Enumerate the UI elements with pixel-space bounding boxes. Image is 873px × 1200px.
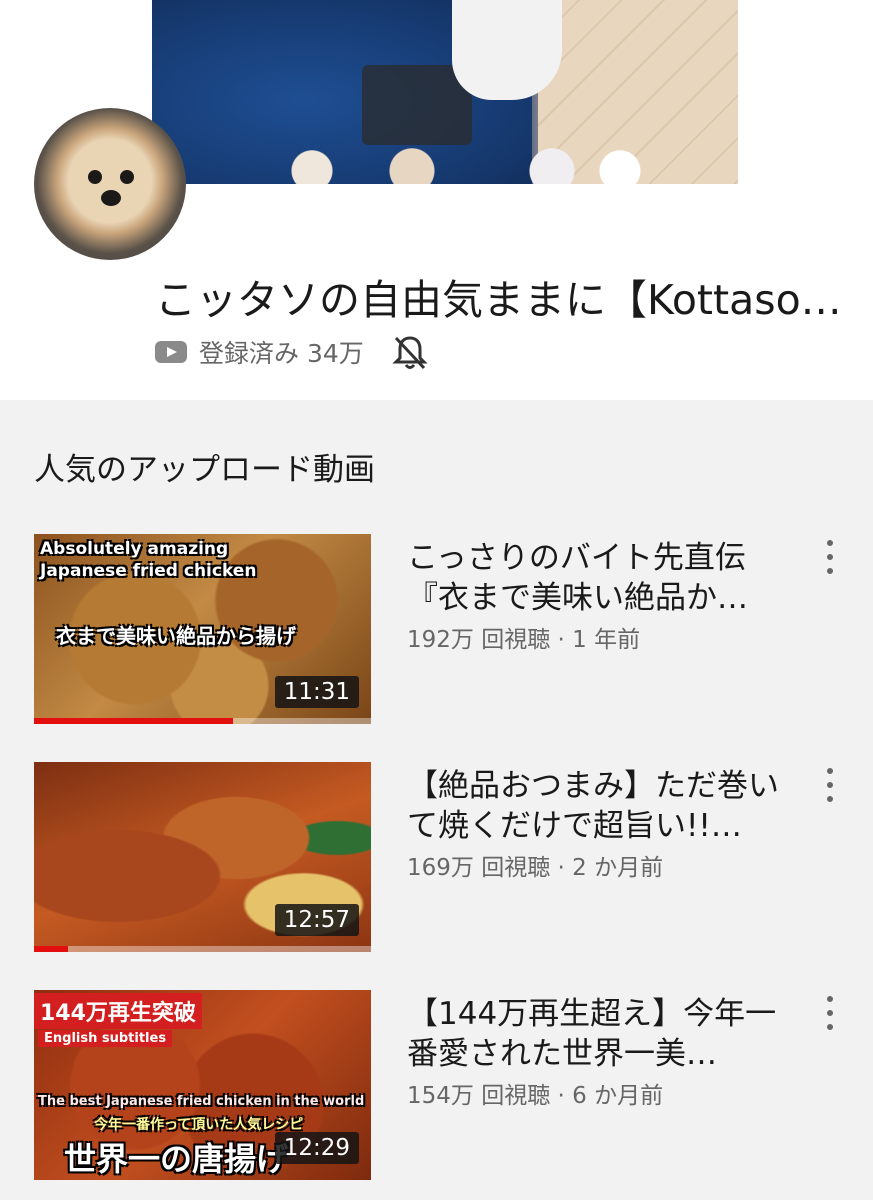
video-duration: 11:31 — [274, 676, 359, 708]
more-options-icon[interactable] — [818, 768, 842, 804]
video-title[interactable]: 【144万再生超え】今年一番愛された世界一美… — [407, 994, 797, 1074]
thumbnail-caption: 世界一の唐揚げ — [64, 1140, 289, 1178]
video-meta: 169万 回視聴 · 2 か月前 — [407, 855, 664, 881]
video-thumbnail[interactable]: Absolutely amazing Japanese fried chicke… — [34, 534, 371, 724]
more-options-icon[interactable] — [818, 996, 842, 1032]
subscription-row: 登録済み 34万 — [155, 332, 430, 372]
more-options-icon[interactable] — [818, 540, 842, 576]
watch-progress-track — [34, 946, 371, 952]
thumbnail-caption: 衣まで美味い絶品から揚げ — [56, 624, 296, 648]
youtube-play-icon — [155, 341, 187, 363]
channel-title: こッタソの自由気ままに【Kottaso… — [155, 276, 842, 324]
subscription-status[interactable]: 登録済み 34万 — [199, 334, 364, 370]
thumbnail-caption: 今年一番作って頂いた人気レシピ — [94, 1117, 304, 1133]
thumbnail-banner: 144万再生突破 — [34, 993, 202, 1029]
video-thumbnail[interactable]: 144万再生突破 English subtitles The best Japa… — [34, 990, 371, 1180]
video-meta: 154万 回視聴 · 6 か月前 — [407, 1083, 664, 1109]
section-title: 人気のアップロード動画 — [34, 452, 375, 488]
channel-banner-image — [152, 0, 738, 184]
thumbnail-caption: Absolutely amazing — [40, 539, 229, 559]
channel-avatar[interactable] — [34, 108, 186, 260]
thumbnail-subtitles-label: English subtitles — [38, 1030, 173, 1047]
video-duration: 12:29 — [274, 1132, 359, 1164]
bell-off-icon[interactable] — [390, 332, 430, 372]
video-duration: 12:57 — [274, 904, 359, 936]
watch-progress-bar — [34, 946, 68, 952]
popular-uploads-section: 人気のアップロード動画 Absolutely amazing Japanese … — [0, 400, 873, 1200]
thumbnail-caption: The best Japanese fried chicken in the w… — [38, 1094, 365, 1109]
video-item[interactable]: 12:57 【絶品おつまみ】ただ巻いて焼くだけで超旨い!!… 169万 回視聴 … — [0, 762, 873, 952]
video-thumbnail[interactable]: 12:57 — [34, 762, 371, 952]
channel-header: こッタソの自由気ままに【Kottaso… 登録済み 34万 — [0, 0, 873, 400]
video-meta: 192万 回視聴 · 1 年前 — [407, 627, 641, 653]
thumbnail-caption: Japanese fried chicken — [40, 561, 257, 581]
video-title[interactable]: 【絶品おつまみ】ただ巻いて焼くだけで超旨い!!… — [407, 766, 797, 846]
watch-progress-bar — [34, 718, 233, 724]
video-item[interactable]: Absolutely amazing Japanese fried chicke… — [0, 534, 873, 724]
video-item[interactable]: 144万再生突破 English subtitles The best Japa… — [0, 990, 873, 1180]
video-title[interactable]: こっさりのバイト先直伝『衣まで美味い絶品か… — [407, 538, 797, 618]
